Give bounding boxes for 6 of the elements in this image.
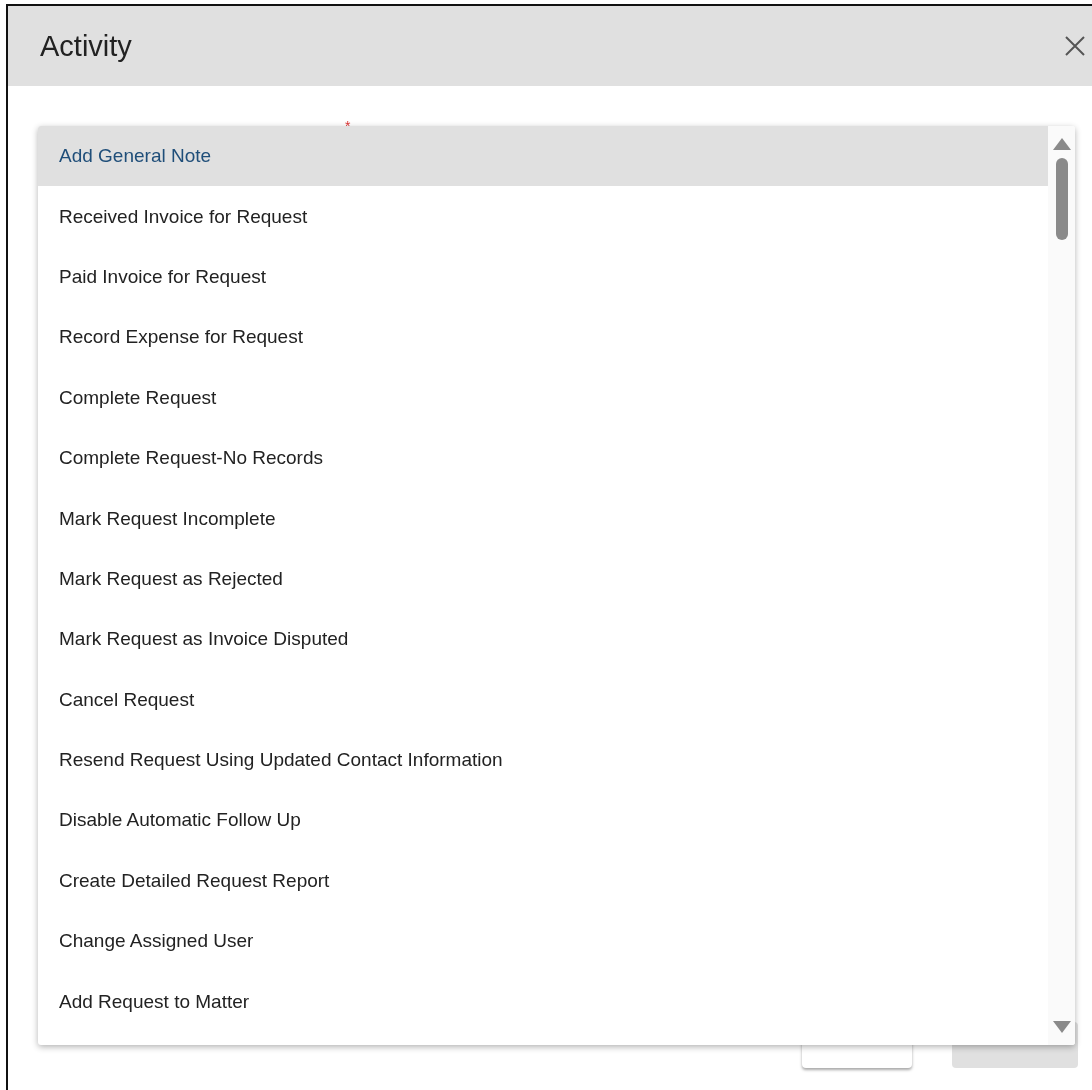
scroll-down-icon[interactable] — [1052, 1021, 1071, 1033]
scrollbar[interactable] — [1048, 126, 1075, 1045]
scroll-up-icon[interactable] — [1052, 138, 1071, 150]
menu-item[interactable]: Add General Note — [38, 126, 1048, 187]
scrollbar-thumb[interactable] — [1055, 158, 1068, 240]
dialog-title: Activity — [40, 29, 132, 63]
